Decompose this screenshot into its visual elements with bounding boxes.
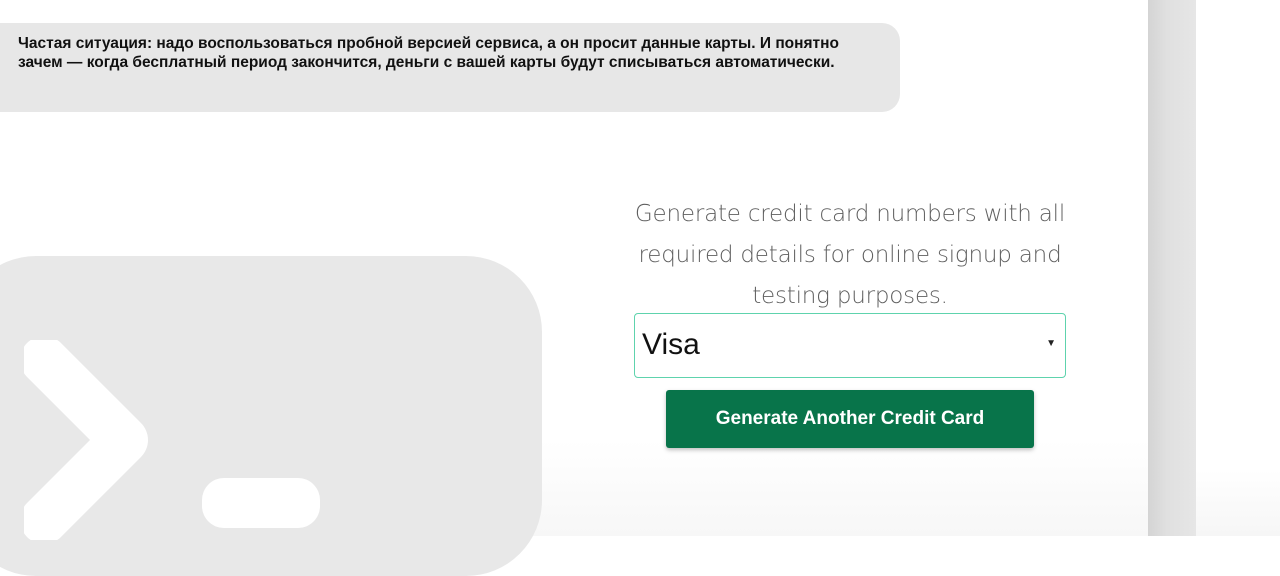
triangle-down-icon: ▼ xyxy=(1046,338,1056,349)
card-type-value: Visa xyxy=(642,328,700,361)
message-text: Частая ситуация: надо воспользоваться пр… xyxy=(18,35,839,71)
generator-tagline: Generate credit card numbers with all re… xyxy=(634,201,1066,309)
generate-card-button[interactable]: Generate Another Credit Card xyxy=(666,390,1034,448)
message-bubble: Частая ситуация: надо воспользоваться пр… xyxy=(0,23,900,112)
page-edge-shadow xyxy=(1148,0,1196,536)
terminal-prompt-icon xyxy=(0,256,542,576)
prompt-cursor xyxy=(202,478,320,528)
card-type-select[interactable]: Visa ▼ xyxy=(634,313,1066,378)
chevron-right-icon xyxy=(24,340,148,540)
edge-fade xyxy=(1196,470,1280,536)
